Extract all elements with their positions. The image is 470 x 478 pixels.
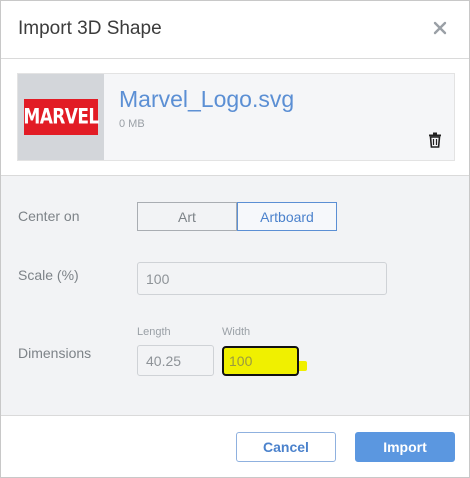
marvel-logo: MARVEL	[23, 99, 99, 135]
cancel-button[interactable]: Cancel	[236, 432, 336, 462]
file-name: Marvel_Logo.svg	[119, 86, 295, 112]
close-icon[interactable]	[428, 16, 452, 40]
file-card: MARVEL Marvel_Logo.svg 0 MB	[17, 73, 455, 161]
center-on-artboard-button[interactable]: Artboard	[237, 202, 337, 231]
center-on-label: Center on	[18, 208, 80, 224]
length-label: Length	[137, 326, 171, 338]
width-label: Width	[222, 326, 251, 338]
width-input[interactable]: 100	[222, 346, 299, 376]
import-button[interactable]: Import	[355, 432, 455, 462]
scale-input[interactable]: 100	[137, 262, 387, 295]
trash-icon[interactable]	[428, 132, 444, 150]
dialog-title: Import 3D Shape	[18, 18, 162, 39]
dimensions-label: Dimensions	[18, 345, 92, 361]
dialog-footer: Cancel Import	[1, 415, 469, 477]
length-input[interactable]: 40.25	[137, 345, 214, 376]
center-on-art-button[interactable]: Art	[137, 202, 237, 231]
logo-text: MARVEL	[23, 104, 99, 130]
file-size: 0 MB	[119, 118, 145, 130]
scale-label: Scale (%)	[18, 267, 79, 283]
file-section: MARVEL Marvel_Logo.svg 0 MB	[1, 59, 469, 176]
import-3d-shape-dialog: Import 3D Shape MARVEL Marvel_Logo.svg 0…	[0, 0, 470, 478]
dialog-header: Import 3D Shape	[1, 1, 469, 59]
file-thumbnail: MARVEL	[18, 74, 104, 160]
